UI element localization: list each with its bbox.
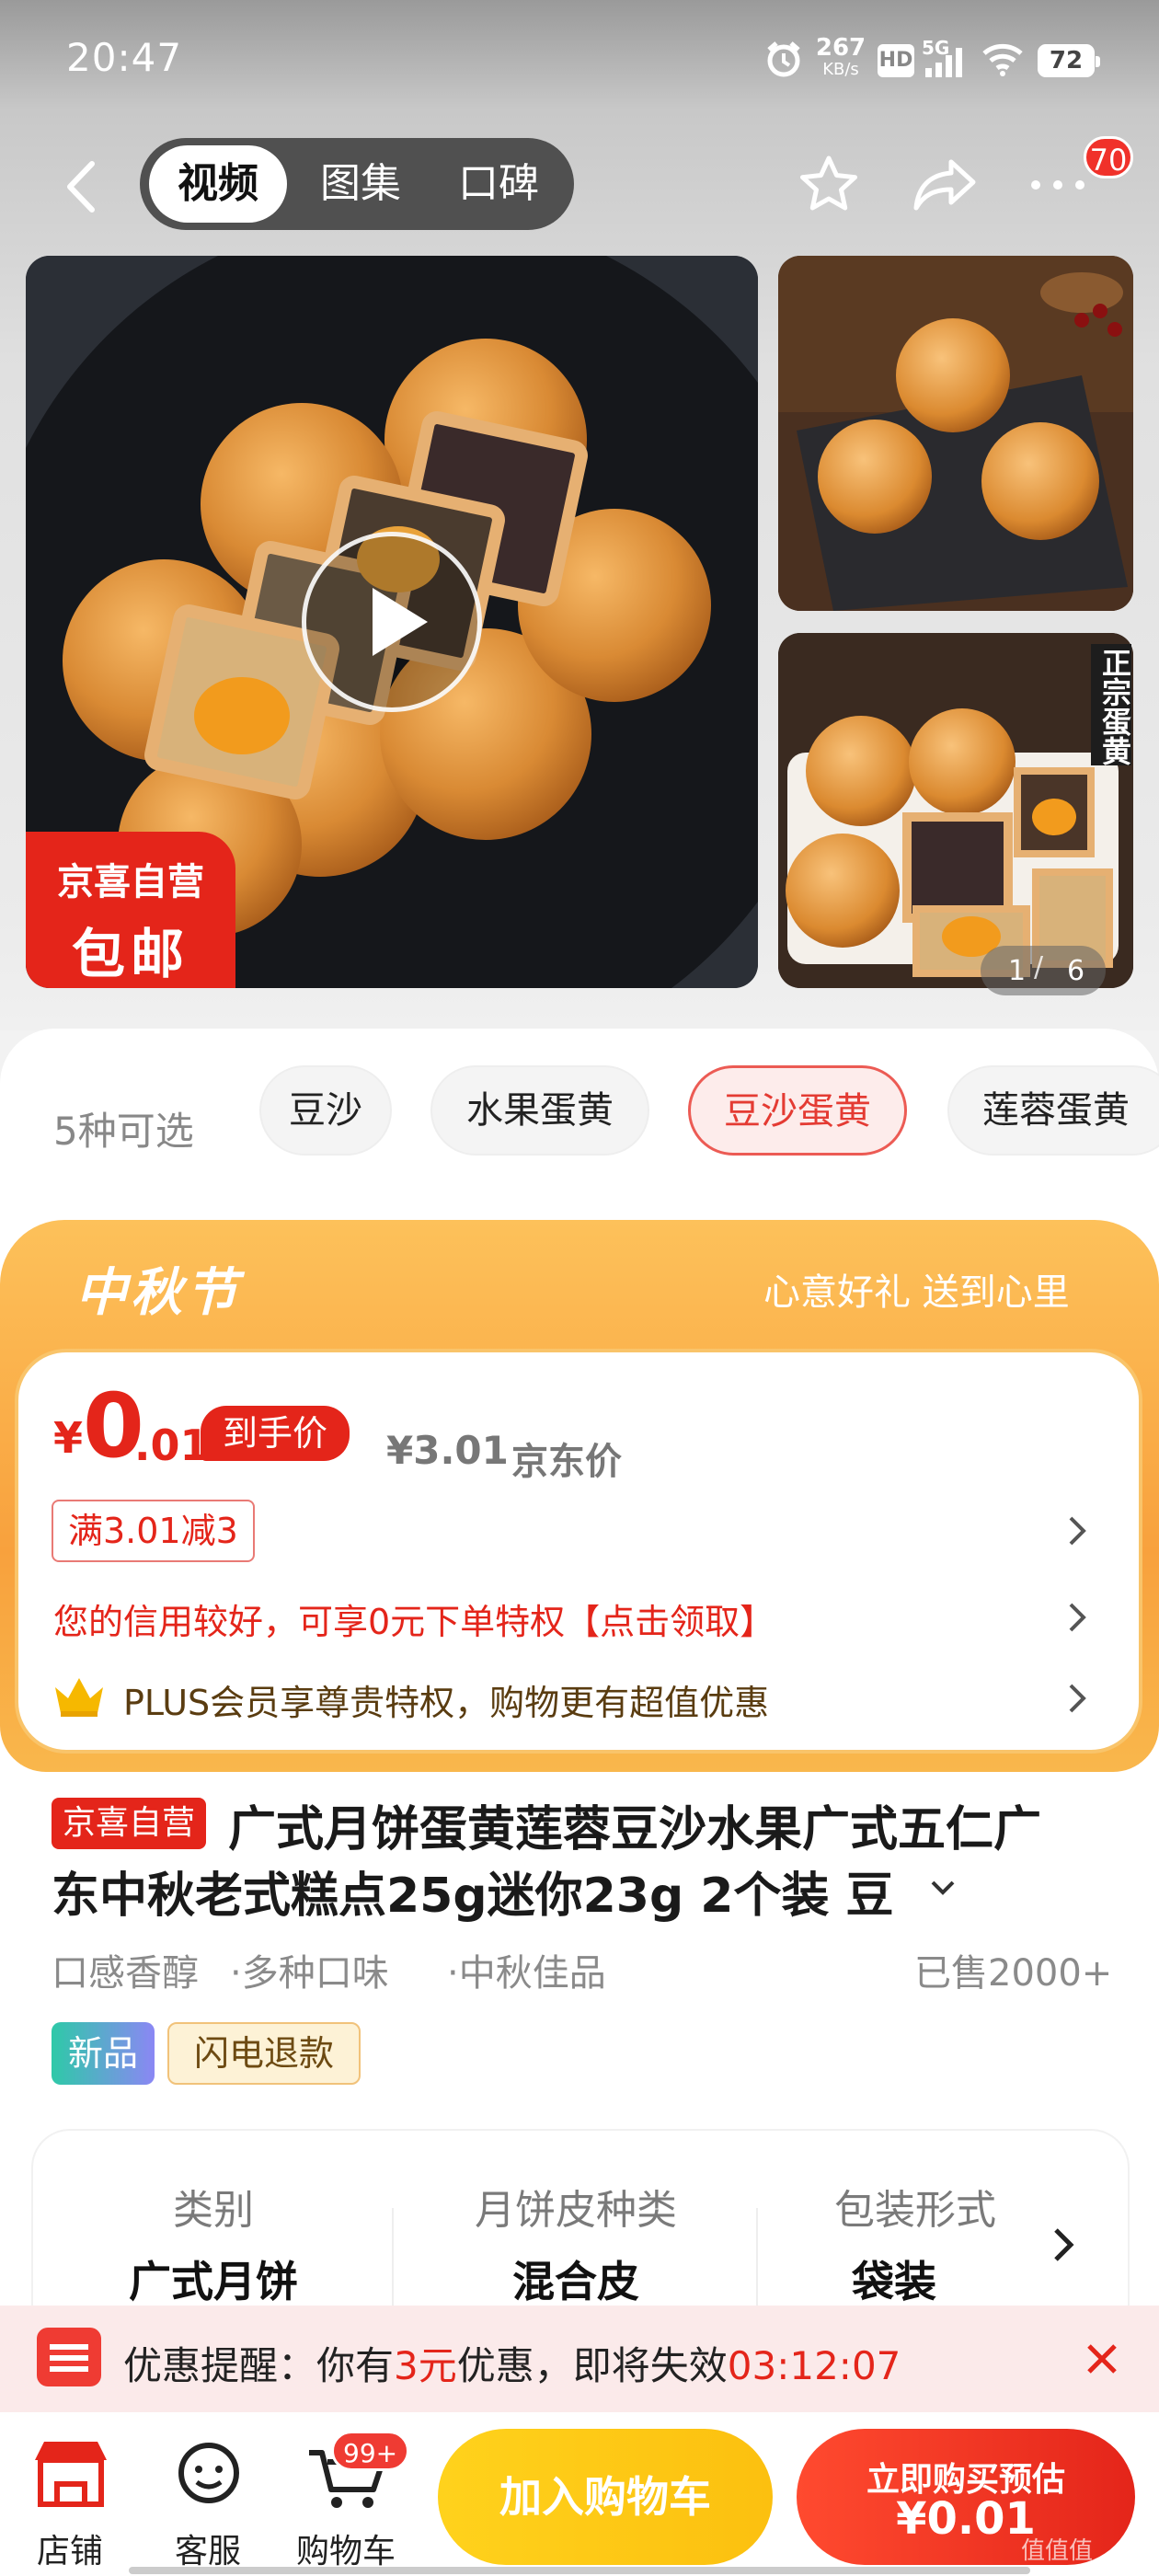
cart-count-badge: 99+ — [331, 2431, 410, 2471]
variant-chip-lotus-yolk[interactable]: 莲蓉蛋黄 — [947, 1065, 1159, 1156]
wifi-icon — [981, 40, 1025, 77]
spec-divider — [756, 2208, 758, 2318]
coupon-tag[interactable]: 满3.01减3 — [52, 1500, 255, 1562]
service-button[interactable] — [158, 2432, 259, 2515]
tab-video[interactable]: 视频 — [149, 145, 287, 223]
close-icon — [1087, 2344, 1117, 2374]
thumbnail-image-2[interactable] — [778, 633, 1133, 988]
play-video-button[interactable] — [302, 532, 482, 712]
chevron-right-icon — [1069, 1603, 1086, 1632]
jd-price: ¥3.01 — [386, 1428, 509, 1473]
more-button[interactable] — [1021, 162, 1095, 208]
shop-label[interactable]: 店铺 — [6, 2524, 134, 2572]
cart-label[interactable]: 购物车 — [281, 2524, 410, 2572]
variant-chip-fruit-yolk[interactable]: 水果蛋黄 — [430, 1065, 649, 1156]
expand-title-icon[interactable] — [925, 1875, 960, 1903]
price-decimal: .01 — [134, 1420, 210, 1470]
home-indicator[interactable] — [129, 2567, 1030, 2574]
feature-flavors: ·多种口味 — [230, 1952, 389, 1995]
side-label: 正宗蛋黄 — [1091, 644, 1132, 765]
final-price-tag: 到手价 — [201, 1406, 350, 1461]
service-label[interactable]: 客服 — [143, 2524, 272, 2572]
alarm-icon — [763, 39, 804, 79]
variant-count: 5种可选 — [53, 1109, 194, 1154]
feature-taste: 口感香醇 — [52, 1952, 199, 1995]
favorite-button[interactable] — [797, 153, 861, 217]
tab-gallery[interactable]: 图集 — [301, 145, 420, 223]
fast-refund-tag: 闪电退款 — [167, 2022, 361, 2085]
variant-chip-doushao[interactable]: 豆沙 — [259, 1065, 392, 1156]
share-icon — [913, 159, 976, 211]
spec-value-packaging: 袋装 — [852, 2257, 936, 2306]
variant-chip-doushao-yolk-selected[interactable]: 豆沙蛋黄 — [688, 1065, 907, 1156]
shop-icon — [35, 2442, 107, 2507]
back-button[interactable] — [55, 155, 110, 219]
product-title-line-2: 东中秋老式糕点25g迷你23g 2个装 豆 — [52, 1869, 894, 1924]
spec-divider — [392, 2208, 394, 2318]
add-to-cart-button[interactable]: 加入购物车 — [438, 2429, 773, 2565]
spec-value-crust: 混合皮 — [512, 2257, 639, 2306]
chevron-right-icon — [1069, 1516, 1086, 1546]
coupon-icon — [37, 2328, 101, 2386]
status-time: 20:47 — [66, 35, 183, 80]
plus-membership-text[interactable]: PLUS会员享尊贵特权，购物更有超值优惠 — [123, 1674, 769, 1725]
battery-indicator: 72 — [1038, 44, 1100, 77]
chevron-right-icon — [1069, 1684, 1086, 1713]
hd-icon: HD — [878, 44, 914, 77]
watermark: 值值值 — [1021, 2537, 1094, 2565]
tab-reviews[interactable]: 口碑 — [439, 145, 558, 223]
crown-icon — [52, 1674, 107, 1719]
back-arrow-icon — [67, 161, 95, 213]
jd-price-label: 京东价 — [511, 1441, 622, 1483]
shop-button[interactable] — [20, 2432, 121, 2515]
promo-badge: 京喜自营 包邮 — [26, 832, 235, 988]
feature-festival: ·中秋佳品 — [447, 1952, 606, 1995]
share-button[interactable] — [911, 153, 981, 217]
message-count-badge: 70 — [1084, 136, 1133, 178]
product-title-line-1: 广式月饼蛋黄莲蓉豆沙水果广式五仁广 — [228, 1802, 1042, 1857]
festival-slogan: 心意好礼 送到心里 — [763, 1271, 1070, 1314]
price-currency: ¥ — [53, 1413, 84, 1463]
customer-service-icon — [178, 2443, 239, 2503]
spec-label-category: 类别 — [173, 2187, 254, 2234]
spec-label-crust: 月饼皮种类 — [475, 2187, 677, 2234]
network-speed: 267 KB/s — [815, 34, 866, 79]
festival-title: 中秋节 — [75, 1263, 241, 1323]
jingxi-self-operated-tag: 京喜自营 — [52, 1798, 207, 1849]
new-product-tag: 新品 — [52, 2022, 155, 2085]
signal-icon: 5G — [922, 37, 970, 81]
credit-offer-text[interactable]: 您的信用较好，可享0元下单特权【点击领取】 — [53, 1593, 775, 1644]
spec-label-packaging: 包装形式 — [834, 2187, 996, 2234]
thumbnail-image-1[interactable] — [778, 256, 1133, 611]
close-reminder-button[interactable] — [1080, 2337, 1124, 2381]
image-counter: 1 / 6 — [981, 946, 1106, 995]
more-dots-icon — [1031, 180, 1084, 190]
star-icon — [800, 155, 857, 211]
play-icon — [373, 588, 428, 656]
reminder-text: 优惠提醒：你有3元优惠，即将失效03:12:07 — [123, 2343, 901, 2388]
media-tabs: 视频 图集 口碑 — [140, 138, 574, 230]
spec-value-category: 广式月饼 — [129, 2257, 298, 2306]
spec-more-icon[interactable] — [1047, 2223, 1080, 2267]
sold-count: 已售2000+ — [914, 1952, 1113, 1995]
